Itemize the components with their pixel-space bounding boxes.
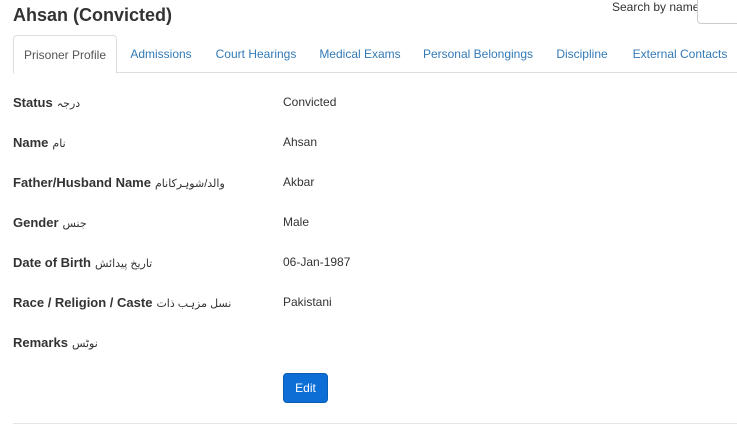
- page-title: Ahsan (Convicted): [13, 5, 173, 25]
- tab-prisoner-profile[interactable]: Prisoner Profile: [13, 35, 117, 74]
- field-label-urdu: نوٹس: [71, 338, 98, 350]
- field-label: Gender: [13, 215, 59, 230]
- field-row-race-religion-caste: Race / Religion / Caste نسل مزہب ذات Paki…: [13, 295, 713, 315]
- tab-medical-exams[interactable]: Medical Exams: [313, 35, 407, 73]
- field-value-race-religion-caste: Pakistani: [283, 295, 332, 309]
- field-value-name: Ahsan: [283, 135, 318, 149]
- tab-court-hearings[interactable]: Court Hearings: [211, 35, 301, 73]
- field-label: Status: [13, 95, 53, 110]
- field-label: Father/Husband Name: [13, 175, 151, 190]
- field-value-gender: Male: [283, 215, 310, 229]
- field-row-gender: Gender جنس Male: [13, 215, 713, 235]
- tab-external-contacts[interactable]: External Contacts: [627, 35, 733, 73]
- tab-discipline[interactable]: Discipline: [549, 35, 615, 73]
- field-row-date-of-birth: Date of Birth تاریخ پیدائش 06-Jan-1987: [13, 255, 713, 275]
- tab-personal-belongings[interactable]: Personal Belongings: [419, 35, 537, 73]
- profile-tabs: Prisoner Profile Admissions Court Hearin…: [13, 35, 737, 74]
- field-label-urdu: والد/شوہرکانام: [154, 178, 225, 190]
- prisoner-profile-page: Ahsan (Convicted) Search by name Prisone…: [0, 0, 737, 438]
- field-row-name: Name نام Ahsan: [13, 135, 713, 155]
- field-label-urdu: درجہ: [56, 98, 81, 110]
- field-label-urdu: جنس: [62, 218, 87, 230]
- field-label: Date of Birth: [13, 255, 91, 270]
- field-label-urdu: تاریخ پیدائش: [95, 258, 153, 270]
- search-label: Search by name: [612, 0, 700, 14]
- divider: [13, 423, 737, 424]
- search-input[interactable]: [697, 0, 737, 24]
- field-value-status: Convicted: [283, 95, 337, 109]
- field-label-urdu: نام: [52, 138, 66, 150]
- field-label-urdu: نسل مزہب ذات: [156, 298, 232, 310]
- tab-admissions[interactable]: Admissions: [123, 35, 199, 73]
- field-row-remarks: Remarks نوٹس: [13, 335, 713, 355]
- field-label: Race / Religion / Caste: [13, 295, 153, 310]
- field-value-father-husband-name: Akbar: [283, 175, 315, 189]
- field-row-status: Status درجہ Convicted: [13, 95, 713, 115]
- field-label: Remarks: [13, 335, 68, 350]
- field-value-date-of-birth: 06-Jan-1987: [283, 255, 351, 269]
- edit-button[interactable]: Edit: [283, 373, 328, 403]
- field-row-father-husband-name: Father/Husband Name والد/شوہرکانام Akbar: [13, 175, 713, 195]
- field-label: Name: [13, 135, 49, 150]
